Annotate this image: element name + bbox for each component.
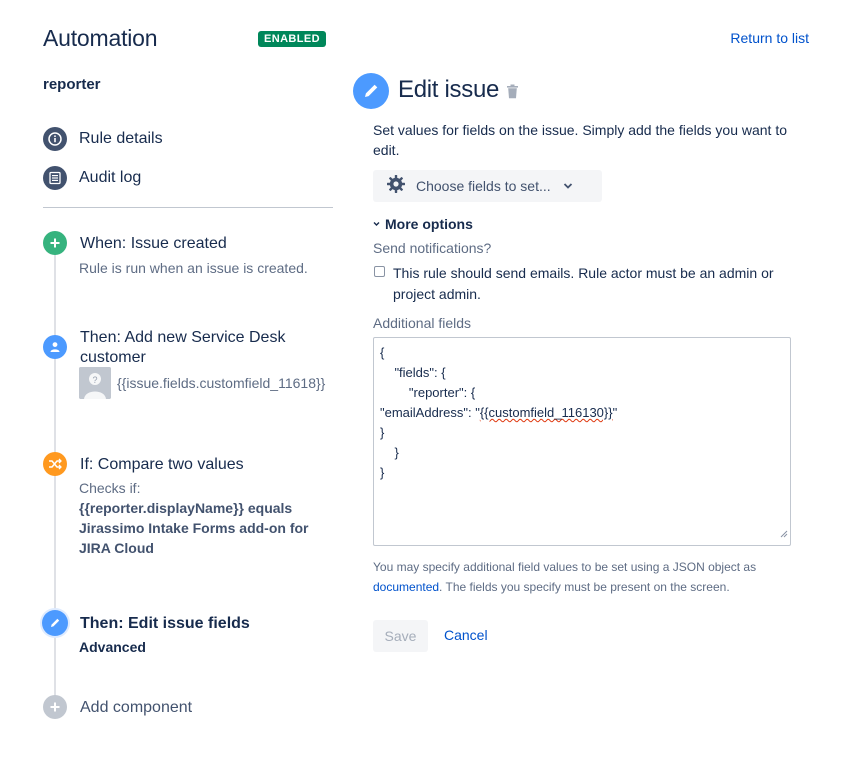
json-line: } xyxy=(380,425,385,440)
resize-grip-icon[interactable] xyxy=(780,525,788,543)
help-text-prefix: You may specify additional field values … xyxy=(373,560,757,574)
help-text-suffix: . The fields you specify must be present… xyxy=(439,580,730,594)
json-value: {{customfield_116130}} xyxy=(479,405,613,420)
component-condition-expr-line1: {{reporter.displayName}} equals xyxy=(79,500,293,516)
rule-name: reporter xyxy=(43,76,101,93)
json-line: } xyxy=(380,465,385,480)
json-line: "reporter": { xyxy=(380,385,476,400)
send-notifications-label: Send notifications? xyxy=(373,240,492,256)
avatar: ? xyxy=(79,367,111,399)
save-button[interactable]: Save xyxy=(373,620,428,652)
help-text: You may specify additional field values … xyxy=(373,557,793,597)
sidebar-item-audit-log[interactable]: Audit log xyxy=(43,166,141,190)
component-condition-desc: Checks if: xyxy=(79,480,141,496)
choose-fields-dropdown[interactable]: Choose fields to set... xyxy=(373,170,602,202)
additional-fields-label: Additional fields xyxy=(373,315,472,331)
choose-fields-label: Choose fields to set... xyxy=(416,178,551,194)
component-trigger-desc: Rule is run when an issue is created. xyxy=(79,260,308,276)
trash-icon[interactable] xyxy=(506,84,519,104)
sidebar-divider xyxy=(43,207,333,208)
gear-icon xyxy=(386,174,406,199)
pencil-icon xyxy=(353,73,389,109)
component-condition-expr-line2: Jirassimo Intake Forms add-on for xyxy=(79,520,309,536)
chevron-down-icon xyxy=(373,221,380,227)
json-line: "fields": { xyxy=(380,365,446,380)
plus-icon[interactable] xyxy=(43,231,67,255)
status-badge: ENABLED xyxy=(258,31,326,47)
component-action2-title[interactable]: Then: Edit issue fields xyxy=(80,614,250,634)
shuffle-icon[interactable] xyxy=(43,452,67,476)
component-action1-title-line1[interactable]: Then: Add new Service Desk xyxy=(80,328,285,348)
component-condition-expr-line3: JIRA Cloud xyxy=(79,540,154,556)
person-icon[interactable] xyxy=(43,335,67,359)
list-icon xyxy=(43,166,67,190)
plus-icon[interactable] xyxy=(43,695,67,719)
timeline-line xyxy=(54,248,56,706)
component-action1-value: {{issue.fields.customfield_11618}} xyxy=(117,375,326,391)
component-condition-title[interactable]: If: Compare two values xyxy=(80,455,244,475)
app-title: Automation xyxy=(43,25,158,51)
send-emails-text: This rule should send emails. Rule actor… xyxy=(393,265,774,302)
chevron-down-icon xyxy=(563,177,573,195)
svg-text:?: ? xyxy=(92,375,97,385)
json-key: "emailAddress": " xyxy=(380,405,480,420)
more-options-toggle[interactable]: More options xyxy=(373,216,473,232)
json-line: { xyxy=(380,345,385,360)
return-to-list-link[interactable]: Return to list xyxy=(730,30,809,46)
component-trigger-title[interactable]: When: Issue created xyxy=(80,234,227,254)
sidebar-item-rule-details[interactable]: Rule details xyxy=(43,127,163,151)
documented-link[interactable]: documented xyxy=(373,580,439,594)
info-icon xyxy=(43,127,67,151)
component-action2-subtitle: Advanced xyxy=(79,639,146,655)
json-line: "emailAddress": "{{customfield_116130}}" xyxy=(380,405,617,420)
more-options-label: More options xyxy=(385,216,473,232)
cancel-button[interactable]: Cancel xyxy=(444,627,488,643)
json-line: } xyxy=(380,445,399,460)
edit-issue-description: Set values for fields on the issue. Simp… xyxy=(373,122,788,158)
sidebar-item-label: Rule details xyxy=(79,130,163,147)
json-quote: " xyxy=(612,405,618,420)
sidebar-item-label: Audit log xyxy=(79,169,142,186)
page-title: Edit issue xyxy=(398,76,500,103)
component-action1-title-line2[interactable]: customer xyxy=(80,348,146,368)
send-emails-checkbox[interactable] xyxy=(374,266,385,277)
pencil-icon[interactable] xyxy=(42,610,68,636)
additional-fields-textarea[interactable]: { "fields": { "reporter": { "emailAddres… xyxy=(373,337,791,546)
add-component-button[interactable]: Add component xyxy=(80,698,192,718)
